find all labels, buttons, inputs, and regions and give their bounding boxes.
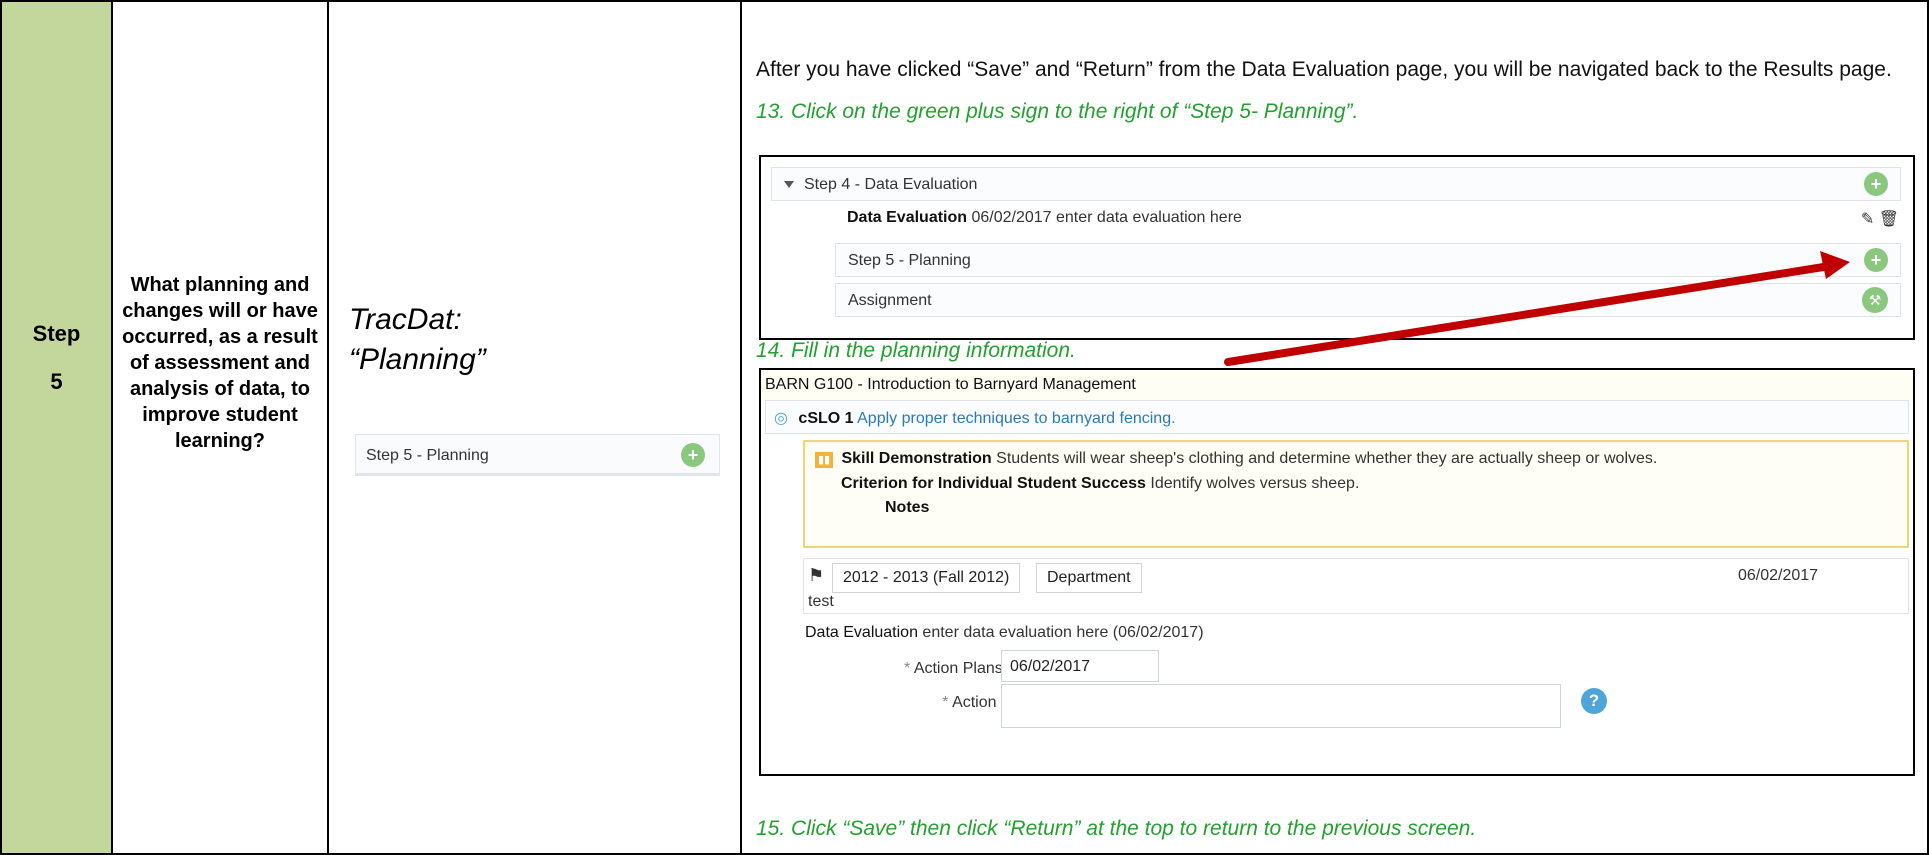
step-table: Step 5 What planning and changes will or… (0, 0, 1929, 855)
arrow-shaft (1224, 261, 1840, 366)
red-arrow (1224, 251, 1850, 366)
arrow-head (1820, 251, 1850, 279)
